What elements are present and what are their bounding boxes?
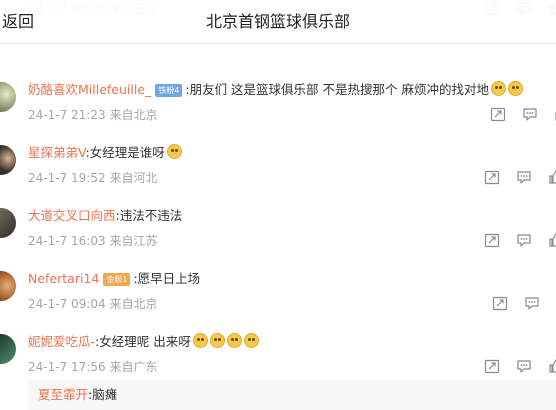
comment-time: 24-1-7 16:03 — [28, 234, 106, 248]
comment-meta: 24-1-7 17:56 来自广东 — [28, 358, 157, 376]
emoji-icon — [166, 144, 182, 159]
emoji-icon — [226, 333, 242, 348]
comment-item: 奶酪喜欢Millefeuille_ 铁粉4:朋友们 这是篮球俱乐部 不是热搜那个 … — [0, 72, 556, 135]
comment-meta: 24-1-7 16:03 来自江苏 — [28, 232, 157, 250]
comment-time: 24-1-7 09:04 — [28, 297, 106, 311]
avatar[interactable] — [0, 82, 16, 112]
comment-time: 24-1-7 17:56 — [28, 360, 106, 374]
emoji-icon — [209, 333, 225, 348]
comment-meta: 24-1-7 19:52 来自河北 — [28, 169, 157, 187]
share-icon[interactable] — [490, 106, 506, 122]
comment-location: 来自河北 — [109, 171, 158, 185]
share-icon[interactable] — [484, 358, 500, 374]
share-icon[interactable] — [484, 232, 500, 248]
comment-nick[interactable]: 奶酪喜欢Millefeuille_ — [28, 82, 151, 97]
comment-location: 来自北京 — [109, 297, 158, 311]
comment-list: 24-1-7 09:28 来自云南奶酪喜欢Millefeuille_铁粉4:朋友… — [0, 0, 556, 387]
comment-text: :女经理是谁呀 — [85, 145, 165, 160]
comment-icon[interactable] — [524, 295, 540, 311]
comment-text: :朋友们 这是篮球俱乐部 不是热搜那个 麻烦冲的找对地 — [185, 82, 490, 97]
reply-text: :脑瘫 — [88, 387, 118, 402]
comment-location: 来自江苏 — [109, 234, 158, 248]
comment-item: Nefertari14 金粉1:愿早日上场 24-1-7 09:04 来自北京 — [0, 261, 556, 324]
comment-line: 奶酪喜欢Millefeuille_ 铁粉4:朋友们 这是篮球俱乐部 不是热搜那个 … — [28, 80, 552, 100]
fan-badge[interactable]: 铁粉4 — [155, 84, 183, 97]
comment-location: 来自广东 — [109, 360, 158, 374]
comment-icon[interactable] — [522, 106, 538, 122]
comment-line: Nefertari14 金粉1:愿早日上场 — [28, 269, 552, 289]
share-icon[interactable] — [484, 169, 500, 185]
comment-nick[interactable]: Nefertari14 — [28, 271, 99, 286]
comment-text: :违法不违法 — [115, 208, 183, 223]
comment-location: 来自北京 — [109, 108, 158, 122]
like-icon[interactable] — [548, 232, 556, 248]
app: 24-1-7 09:28 来自云南奶酪喜欢Millefeuille_铁粉4:朋友… — [0, 0, 556, 410]
comment-line: 星探弟弟V:女经理是谁呀 — [28, 143, 552, 163]
like-icon[interactable] — [548, 169, 556, 185]
avatar[interactable] — [0, 145, 16, 175]
emoji-icon — [192, 333, 208, 348]
comment-nick[interactable]: 妮妮爱吃瓜- — [28, 334, 95, 349]
avatar[interactable] — [0, 208, 16, 238]
avatar[interactable] — [0, 334, 16, 364]
fan-badge[interactable]: 金粉1 — [103, 273, 131, 286]
comment-item: 妮妮爱吃瓜-:女经理呢 出来呀 24-1-7 17:56 来自广东 — [0, 324, 556, 387]
reply-preview[interactable]: 夏至霏开:脑瘫 — [28, 380, 556, 410]
comment-meta: 24-1-7 09:04 来自北京 — [28, 295, 157, 313]
emoji-icon — [491, 81, 507, 96]
emoji-icon — [243, 333, 259, 348]
top-bar: 返回 北京首钢篮球俱乐部 — [0, 0, 556, 44]
comment-line: 妮妮爱吃瓜-:女经理呢 出来呀 — [28, 332, 552, 352]
share-icon[interactable] — [492, 295, 508, 311]
emoji-icon — [508, 81, 524, 96]
like-icon[interactable] — [548, 358, 556, 374]
comment-time: 24-1-7 21:23 — [28, 108, 106, 122]
comment-nick[interactable]: 星探弟弟V — [28, 145, 86, 160]
comment-icon[interactable] — [516, 358, 532, 374]
reply-nick[interactable]: 夏至霏开 — [38, 387, 88, 402]
comment-item: 大道交叉口向西:违法不违法 24-1-7 16:03 来自江苏 — [0, 198, 556, 261]
comment-meta: 24-1-7 21:23 来自北京 — [28, 106, 157, 124]
comment-icon[interactable] — [516, 169, 532, 185]
comment-text: :女经理呢 出来呀 — [95, 334, 191, 349]
page-title: 北京首钢篮球俱乐部 — [205, 12, 350, 31]
avatar[interactable] — [0, 271, 16, 301]
comment-nick[interactable]: 大道交叉口向西 — [28, 208, 116, 223]
comment-line: 大道交叉口向西:违法不违法 — [28, 206, 552, 226]
comment-icon[interactable] — [516, 232, 532, 248]
comment-time: 24-1-7 19:52 — [28, 171, 106, 185]
comment-text: :愿早日上场 — [133, 271, 201, 286]
comment-item: 星探弟弟V:女经理是谁呀 24-1-7 19:52 来自河北 — [0, 135, 556, 198]
